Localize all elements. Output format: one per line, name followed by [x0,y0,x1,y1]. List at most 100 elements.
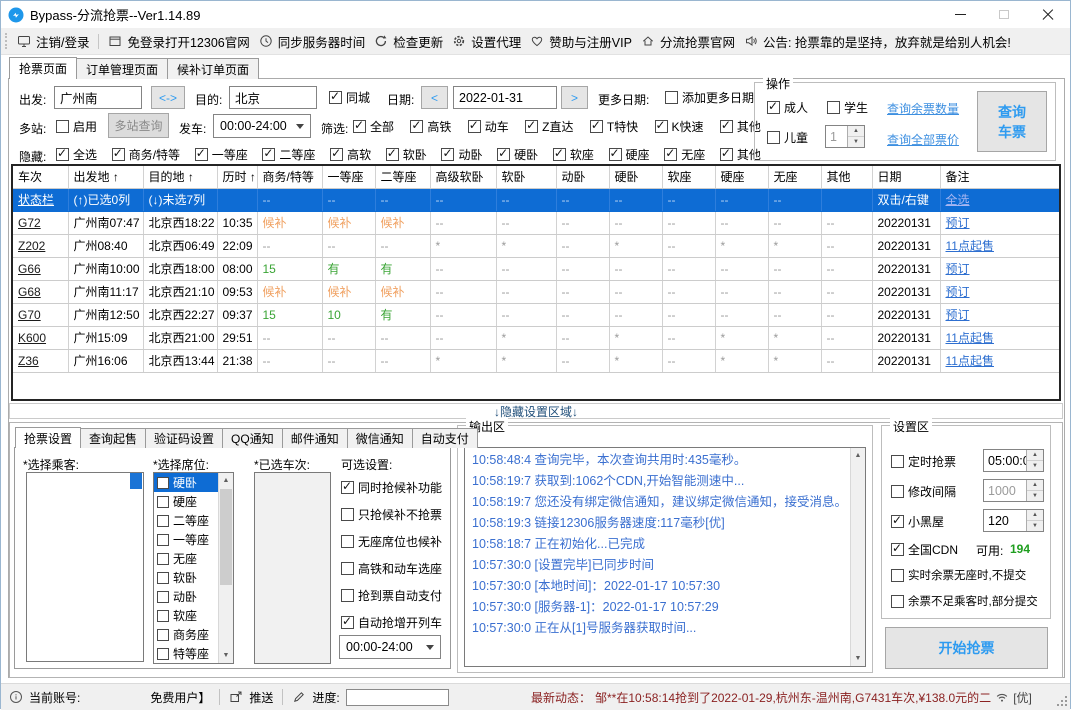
spin-down-icon[interactable] [1027,491,1043,501]
filter-z-checkbox[interactable]: Z直达 [525,118,573,135]
date-input[interactable]: 2022-01-31 [453,86,557,109]
query-tickets-button[interactable]: 查询 车票 [977,91,1047,152]
col-second[interactable]: 二等座 [375,166,431,189]
table-row[interactable]: G70 广州南12:50 北京西22:27 09:37 15 10 有 -- -… [13,303,1059,327]
minimize-button[interactable] [938,1,982,28]
add-more-dates-checkbox[interactable]: 添加更多日期 [665,89,754,106]
train-number-link[interactable]: K600 [13,326,69,350]
scroll-down-icon[interactable] [851,651,865,666]
col-soft-sleeper[interactable]: 软卧 [496,166,557,189]
col-first[interactable]: 一等座 [322,166,376,189]
official-site-button[interactable]: 分流抢票官网 [641,32,735,51]
spin-up-icon[interactable] [1027,450,1043,461]
col-train[interactable]: 车次 [13,166,69,189]
interval-stepper[interactable]: 1000 [983,479,1044,502]
timed-grab-time-stepper[interactable]: 05:00:00 [983,449,1044,472]
col-deluxe-soft[interactable]: 高级软卧 [430,166,497,189]
dest-input[interactable]: 北京 [229,86,317,109]
passenger-listbox[interactable] [26,472,144,662]
seat-listbox[interactable]: 硬卧 硬座 二等座 一等座 无座 软卧 动卧 软座 商务座 特等座 [153,472,234,664]
tab-email-notify[interactable]: 邮件通知 [281,428,348,448]
hide-hard-seat-checkbox[interactable]: 硬座 [608,146,650,163]
table-row[interactable]: G72 广州南07:47 北京西18:22 10:35 候补 候补 候补 -- … [13,211,1059,235]
enable-multi-station-checkbox[interactable]: 启用 [56,118,97,135]
date-prev-button[interactable]: < [421,86,448,109]
depart-time-combo[interactable]: 00:00-24:00 [213,114,311,138]
table-row[interactable]: Z36 广州16:06 北京西13:44 21:38 -- -- -- * * … [13,349,1059,373]
book-link[interactable]: 预订 [940,211,1059,235]
table-row[interactable]: G66 广州南10:00 北京西18:00 08:00 15 有 有 -- --… [13,257,1059,281]
col-duration[interactable]: 历时 ↑ [217,166,258,189]
child-checkbox[interactable]: 儿童 [767,129,808,146]
option-grab-waitlist-checkbox[interactable]: 同时抢候补功能 [341,479,442,496]
col-soft-seat[interactable]: 软座 [662,166,716,189]
spin-up-icon[interactable] [1027,510,1043,521]
table-row[interactable]: K600 广州15:09 北京西21:00 29:51 -- -- -- -- … [13,326,1059,350]
hide-soft-seat-checkbox[interactable]: 软座 [552,146,594,163]
sale-time-link[interactable]: 11点起售 [940,234,1059,258]
col-to[interactable]: 目的地 ↑ [143,166,218,189]
hide-dong-sleeper-checkbox[interactable]: 动卧 [441,146,482,163]
toolbar-grip[interactable] [5,33,8,49]
table-row[interactable]: Z202 广州08:40 北京西06:49 22:09 -- -- -- * *… [13,234,1059,258]
same-city-checkbox[interactable]: 同城 [329,89,370,106]
open-12306-button[interactable]: 免登录打开12306官网 [108,32,250,51]
train-number-link[interactable]: G68 [13,280,69,304]
filter-t-checkbox[interactable]: T特快 [589,118,638,135]
train-number-link[interactable]: G70 [13,303,69,327]
spin-up-icon[interactable] [1027,480,1043,491]
tab-wechat-notify[interactable]: 微信通知 [346,428,413,448]
output-scrollbar[interactable] [850,448,865,666]
status-row-title[interactable]: 状态栏 [13,188,69,212]
tab-grab-page[interactable]: 抢票页面 [9,57,78,79]
multi-station-query-button[interactable]: 多站查询 [108,113,169,138]
close-button[interactable] [1026,1,1070,28]
sale-time-link[interactable]: 11点起售 [940,349,1059,373]
query-all-prices-link[interactable]: 查询全部票价 [887,131,959,148]
table-row[interactable]: G68 广州南11:17 北京西21:10 09:53 候补 候补 候补 -- … [13,280,1059,304]
option-seat-select-checkbox[interactable]: 高铁和动车选座 [341,560,442,577]
proxy-settings-button[interactable]: 设置代理 [452,32,521,51]
col-other[interactable]: 其他 [821,166,873,189]
seat-list-scrollbar[interactable] [218,473,233,663]
output-log[interactable]: 10:58:48:4 查询完毕，本次查询共用时:435毫秒。 10:58:19:… [464,447,866,667]
tab-waitlist-orders[interactable]: 候补订单页面 [167,58,260,79]
spin-down-icon[interactable] [1027,461,1043,471]
filter-all-checkbox[interactable]: 全部 [353,118,394,135]
start-grab-button[interactable]: 开始抢票 [885,627,1048,669]
book-link[interactable]: 预订 [940,257,1059,281]
blacklist-checkbox[interactable]: 小黑屋 [891,513,944,530]
tab-query-onsale[interactable]: 查询起售 [80,428,147,448]
push-button[interactable]: 推送 [249,689,273,706]
col-date[interactable]: 日期 [872,166,941,189]
query-remaining-tickets-link[interactable]: 查询余票数量 [887,100,959,117]
partial-submit-checkbox[interactable]: 余票不足乘客时,部分提交 [891,593,1038,609]
filter-k-checkbox[interactable]: K快速 [654,118,704,135]
hide-business-checkbox[interactable]: 商务/特等 [111,146,180,163]
blacklist-stepper[interactable]: 120 [983,509,1044,532]
hide-settings-divider[interactable]: ↓隐藏设置区域↓ [9,403,1063,419]
hide-all-checkbox[interactable]: 全选 [56,146,97,163]
noseat-nosubmit-checkbox[interactable]: 实时余票无座时,不提交 [891,567,1026,583]
filter-dongche-checkbox[interactable]: 动车 [467,118,509,135]
filter-gaotie-checkbox[interactable]: 高铁 [410,118,451,135]
hide-hard-sleeper-checkbox[interactable]: 硬卧 [497,146,538,163]
sale-time-link[interactable]: 11点起售 [940,326,1059,350]
option-auto-pay-checkbox[interactable]: 抢到票自动支付 [341,587,442,604]
col-business[interactable]: 商务/特等 [257,166,323,189]
swap-stations-button[interactable]: <-> [151,86,185,109]
status-row[interactable]: 状态栏 (↑)已选0列 (↓)未选7列 -- -- -- -- -- -- --… [13,188,1059,212]
selected-trains-listbox[interactable] [254,472,331,664]
sync-server-time-button[interactable]: 同步服务器时间 [259,32,365,51]
train-number-link[interactable]: Z202 [13,234,69,258]
col-hard-seat[interactable]: 硬座 [715,166,769,189]
tab-order-management[interactable]: 订单管理页面 [76,58,169,79]
option-noseat-waitlist-checkbox[interactable]: 无座席位也候补 [341,533,442,550]
child-count-stepper[interactable]: 1 [825,125,865,148]
book-link[interactable]: 预订 [940,280,1059,304]
train-number-link[interactable]: G72 [13,211,69,235]
spin-down-icon[interactable] [1027,521,1043,531]
depart-input[interactable]: 广州南 [54,86,142,109]
date-next-button[interactable]: > [561,86,588,109]
train-number-link[interactable]: G66 [13,257,69,281]
